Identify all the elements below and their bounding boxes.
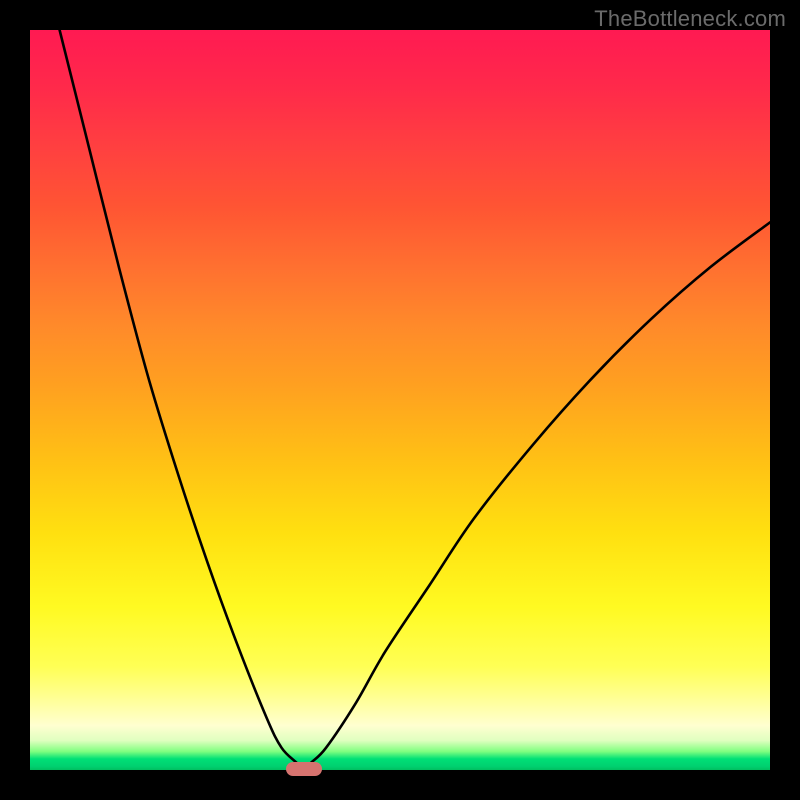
optimal-marker [286, 762, 322, 776]
bottleneck-curve [30, 30, 770, 770]
chart-frame: TheBottleneck.com [0, 0, 800, 800]
watermark-text: TheBottleneck.com [594, 6, 786, 32]
plot-area [30, 30, 770, 770]
